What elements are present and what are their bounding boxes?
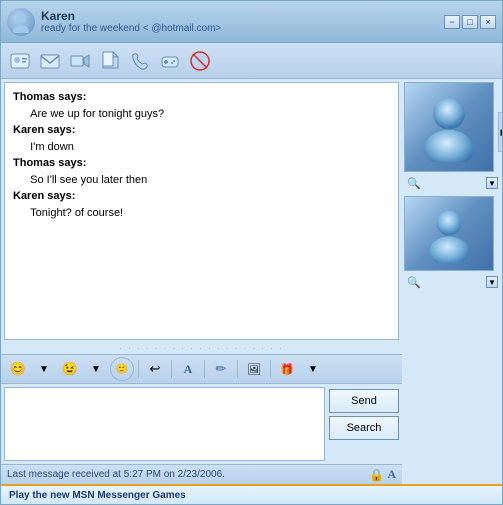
title-bar: Karen ready for the weekend < @hotmail.c…: [1, 1, 502, 43]
block-contact-button[interactable]: [186, 47, 214, 75]
right-panel: 🔍 ▼: [402, 79, 502, 484]
avatar-controls-bottom: 🔍 ▼: [404, 273, 500, 291]
message-speaker: Thomas says:: [13, 91, 86, 103]
input-buttons: Send Search: [329, 387, 399, 461]
list-item: Tonight? of course!: [13, 205, 390, 222]
message-input[interactable]: [4, 387, 325, 461]
my-avatar-small: [404, 196, 494, 271]
list-item: So I'll see you later then: [13, 172, 390, 189]
main-toolbar: [1, 43, 502, 79]
view-contact-button[interactable]: [6, 47, 34, 75]
games-icon: [159, 50, 181, 72]
send-email-button[interactable]: [36, 47, 64, 75]
wink-dropdown[interactable]: ▼: [84, 357, 108, 381]
title-left: Karen ready for the weekend < @hotmail.c…: [7, 8, 221, 36]
back-button[interactable]: ↩: [143, 357, 167, 381]
send-file-button[interactable]: [96, 47, 124, 75]
list-item: Thomas says:: [13, 155, 390, 172]
my-avatar-zoom-icon[interactable]: 🔍: [406, 274, 422, 290]
list-item: Are we up for tonight guys?: [13, 106, 390, 123]
lock-icon: 🔒: [369, 468, 384, 482]
contact-avatar-icon: [10, 11, 32, 33]
message-text: So I'll see you later then: [13, 174, 147, 186]
resize-handle[interactable]: · · · · · · · · · · · · · · · · · · ·: [1, 343, 402, 354]
toolbar-separator-2: [171, 360, 172, 378]
close-button[interactable]: ×: [480, 15, 496, 29]
file-transfer-icon: [99, 50, 121, 72]
status-icons: 🔒 A: [369, 467, 396, 482]
chat-container: Thomas says: Are we up for tonight guys?…: [1, 79, 402, 484]
block-icon: [189, 50, 211, 72]
phone-call-button[interactable]: [126, 47, 154, 75]
last-message-status: Last message received at 5:27 PM on 2/23…: [7, 469, 225, 480]
messenger-window: Karen ready for the weekend < @hotmail.c…: [0, 0, 503, 505]
panel-expand-arrow[interactable]: ▶: [498, 112, 502, 152]
ink-button[interactable]: ✏: [209, 357, 233, 381]
contact-avatar-image: [414, 92, 484, 162]
list-item: I'm down: [13, 139, 390, 156]
gift-dropdown[interactable]: ▼: [301, 357, 325, 381]
photo-share-button[interactable]: 🖼: [242, 357, 266, 381]
contact-name: Karen: [41, 9, 221, 23]
contact-status: ready for the weekend < @hotmail.com>: [41, 23, 221, 34]
footer-bar: Play the new MSN Messenger Games: [1, 484, 502, 504]
message-text: Are we up for tonight guys?: [13, 108, 164, 120]
gift-button[interactable]: 🎁: [275, 357, 299, 381]
contact-avatar-title: [7, 8, 35, 36]
footer-text: Play the new MSN Messenger Games: [9, 490, 186, 501]
list-item: Thomas says:: [13, 89, 390, 106]
toolbar-separator-5: [270, 360, 271, 378]
input-area: Send Search: [1, 384, 402, 464]
font-button[interactable]: A: [176, 357, 200, 381]
font-size-icon: A: [387, 467, 396, 482]
avatar-controls-top: 🔍 ▼: [404, 174, 500, 192]
maximize-button[interactable]: □: [462, 15, 478, 29]
video-call-button[interactable]: [66, 47, 94, 75]
games-button[interactable]: [156, 47, 184, 75]
avatar-dropdown-top[interactable]: ▼: [486, 177, 498, 189]
toolbar-separator-1: [138, 360, 139, 378]
message-speaker: Karen says:: [13, 124, 75, 136]
emoticon-dropdown[interactable]: ▼: [32, 357, 56, 381]
nudge-button[interactable]: 🙂: [110, 357, 134, 381]
status-bar: Last message received at 5:27 PM on 2/23…: [1, 464, 402, 484]
search-button[interactable]: Search: [329, 416, 399, 440]
input-toolbar: 😊 ▼ 😉 ▼ 🙂 ↩ A ✏ 🖼 🎁 ▼: [1, 354, 402, 384]
window-controls: − □ ×: [444, 15, 496, 29]
chat-messages-area[interactable]: Thomas says: Are we up for tonight guys?…: [4, 82, 399, 340]
list-item: Karen says:: [13, 122, 390, 139]
phone-icon: [129, 50, 151, 72]
avatar-dropdown-bottom[interactable]: ▼: [486, 276, 498, 288]
wink-button[interactable]: 😉: [58, 357, 82, 381]
my-avatar-image: [420, 205, 478, 263]
list-item: Karen says:: [13, 188, 390, 205]
message-speaker: Thomas says:: [13, 157, 86, 169]
message-text: Tonight? of course!: [13, 207, 123, 219]
contact-card-icon: [9, 50, 31, 72]
minimize-button[interactable]: −: [444, 15, 460, 29]
contact-avatar-large: [404, 82, 494, 172]
email-icon: [39, 50, 61, 72]
toolbar-separator-4: [237, 360, 238, 378]
toolbar-separator-3: [204, 360, 205, 378]
video-icon: [69, 50, 91, 72]
title-text: Karen ready for the weekend < @hotmail.c…: [41, 9, 221, 34]
emoticon-button[interactable]: 😊: [6, 357, 30, 381]
send-button[interactable]: Send: [329, 389, 399, 413]
message-text: I'm down: [13, 141, 74, 153]
message-speaker: Karen says:: [13, 190, 75, 202]
avatar-zoom-icon[interactable]: 🔍: [406, 175, 422, 191]
main-content: Thomas says: Are we up for tonight guys?…: [1, 79, 502, 484]
